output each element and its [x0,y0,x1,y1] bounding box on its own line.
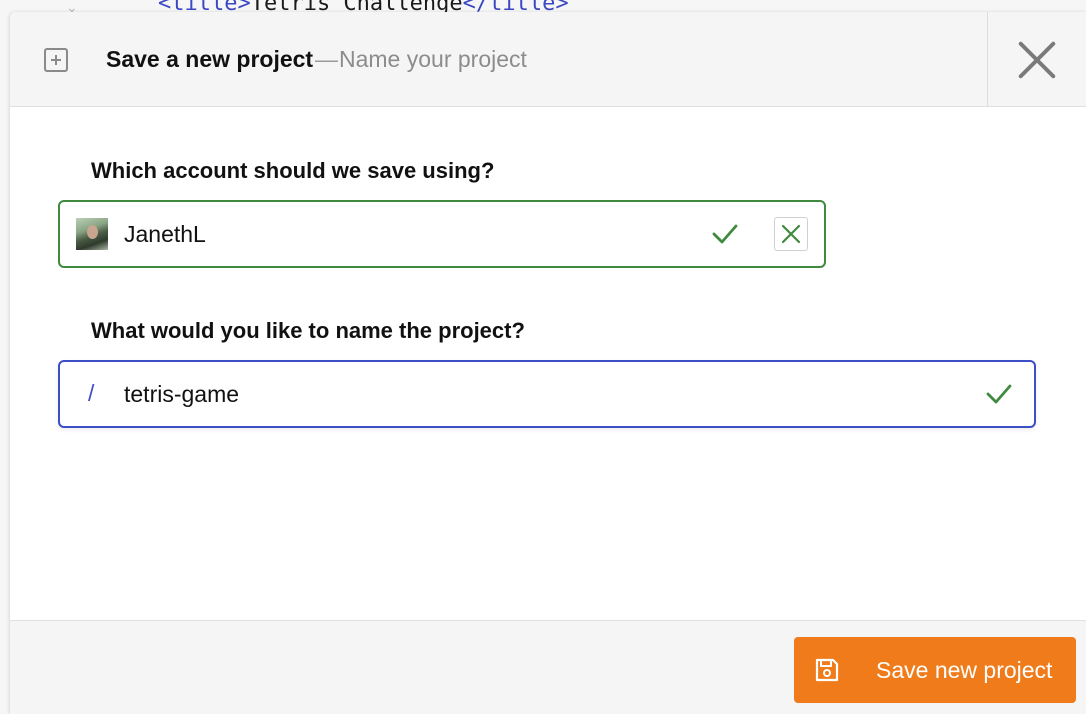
floppy-disk-icon [815,658,839,682]
project-name-label: What would you like to name the project? [91,318,525,343]
clear-account-button[interactable] [774,217,808,251]
account-field[interactable]: JanethL [58,200,826,268]
modal-title: Save a new project [106,46,314,72]
project-name-value[interactable]: tetris-game [124,381,239,408]
close-icon [781,224,801,244]
save-new-project-button[interactable]: Save new project [794,637,1076,703]
check-icon [712,224,738,244]
check-icon [986,384,1012,404]
account-name: JanethL [124,221,206,247]
title-separator: — [315,46,338,72]
close-button[interactable] [988,12,1086,106]
path-prefix: / [88,380,95,406]
project-name-input[interactable]: / tetris-game [58,360,1036,428]
modal-footer: Save new project [10,620,1086,714]
modal-subtitle: Name your project [339,46,527,72]
modal-header: Save a new project — Name your project [10,12,1086,107]
avatar [76,218,108,250]
account-label: Which account should we save using? [91,158,495,183]
save-project-modal: Save a new project — Name your project W… [10,12,1086,714]
plus-box-icon [44,48,68,72]
save-button-label: Save new project [876,657,1053,683]
